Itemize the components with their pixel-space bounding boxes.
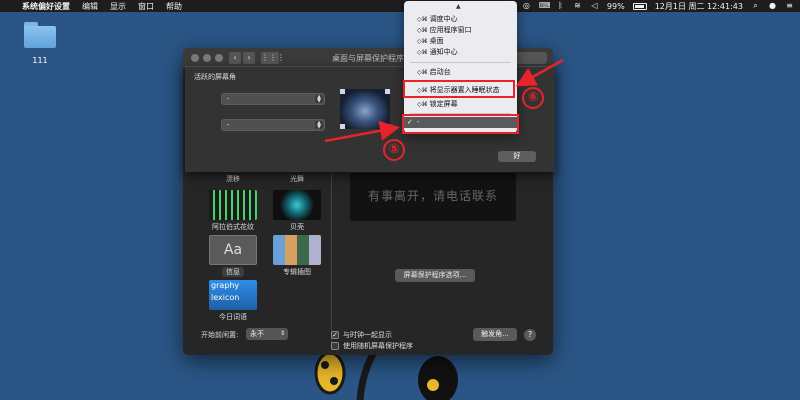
minimize-button[interactable] bbox=[203, 54, 211, 62]
screensaver-thumbnail bbox=[273, 190, 321, 220]
menu-help[interactable]: 帮助 bbox=[166, 1, 182, 12]
menu-item-label: 应用程序窗口 bbox=[429, 26, 472, 34]
menu-bar: 系统偏好设置 编辑 显示 窗口 帮助 ◆ ☁ ◎ ⌨ ᛒ ≋ ◁ 99% 12月… bbox=[0, 0, 800, 12]
battery-icon[interactable] bbox=[632, 2, 647, 10]
screensaver-thumbnail: Aa bbox=[209, 235, 257, 265]
corner-preview-image bbox=[340, 89, 390, 129]
random-saver-checkbox[interactable] bbox=[331, 342, 339, 350]
battery-percent[interactable]: 99% bbox=[607, 2, 625, 11]
siri-icon[interactable]: ● bbox=[768, 2, 777, 10]
bottom-left-corner-popup[interactable]: - ▲ ▼ bbox=[221, 119, 325, 131]
menu-item-label: 启动台 bbox=[429, 68, 451, 76]
modifier-keys: ◇⌘ bbox=[417, 38, 428, 45]
screensaver-album-artwork[interactable]: 专辑插图 bbox=[267, 235, 327, 277]
menu-view[interactable]: 显示 bbox=[110, 1, 126, 12]
start-after-select[interactable]: 永不 ⇕ bbox=[246, 328, 288, 340]
annotation-step-5: ⑤ bbox=[383, 139, 405, 161]
random-saver-label: 使用随机屏幕保护程序 bbox=[343, 342, 413, 350]
modifier-keys: ◇⌘ bbox=[417, 49, 428, 56]
menu-item-mission-control[interactable]: ◇⌘ 调度中心 bbox=[404, 14, 517, 25]
screensaver-name: 专辑插图 bbox=[283, 268, 311, 276]
help-button[interactable]: ? bbox=[524, 329, 536, 341]
screensaver-thumbnail bbox=[273, 235, 321, 265]
top-left-corner-popup[interactable]: - ▲ ▼ bbox=[221, 93, 325, 105]
show-with-clock-label: 与时钟一起显示 bbox=[343, 331, 392, 339]
folder-icon[interactable] bbox=[22, 20, 58, 50]
hot-corners-button[interactable]: 触发角... bbox=[473, 328, 517, 341]
menu-item-label: 调度中心 bbox=[429, 15, 458, 23]
screensaver-options-button[interactable]: 屏幕保护程序选项... bbox=[395, 269, 475, 282]
folder-label: 111 bbox=[32, 56, 48, 65]
zoom-button[interactable] bbox=[215, 54, 223, 62]
menu-item-label: 锁定屏幕 bbox=[429, 100, 458, 108]
sheet-title: 活跃的屏幕角 bbox=[194, 73, 236, 81]
screensaver-name: 贝壳 bbox=[290, 223, 304, 231]
screensaver-preview: 有事离开，请电话联系 bbox=[350, 173, 516, 221]
preview-message: 有事离开，请电话联系 bbox=[367, 189, 498, 203]
wifi-icon[interactable]: ≋ bbox=[573, 2, 582, 10]
menu-window[interactable]: 窗口 bbox=[138, 1, 154, 12]
spotlight-icon[interactable]: ⌕ bbox=[751, 2, 760, 10]
menu-item-desktop[interactable]: ◇⌘ 桌面 bbox=[404, 36, 517, 47]
volume-icon[interactable]: ◁ bbox=[590, 2, 599, 10]
menu-item-app-windows[interactable]: ◇⌘ 应用程序窗口 bbox=[404, 25, 517, 36]
menu-item-label: 桌面 bbox=[429, 37, 444, 45]
start-after-value: 永不 bbox=[250, 330, 264, 338]
top-left-corner-value: - bbox=[227, 95, 230, 103]
menu-item-lock-screen[interactable]: ◇⌘ 锁定屏幕 bbox=[404, 99, 517, 110]
bluetooth-icon[interactable]: ᛒ bbox=[556, 2, 565, 10]
forward-button[interactable]: › bbox=[243, 52, 255, 64]
screensaver-shell[interactable]: 贝壳 bbox=[267, 190, 327, 232]
show-all-button[interactable]: ⋮⋮⋮ bbox=[261, 52, 285, 64]
screensaver-thumbnail: graphy lexicon bbox=[209, 280, 257, 310]
screensaver-message[interactable]: Aa 信息 bbox=[203, 235, 263, 277]
screensaver-name: 阿拉伯式花纹 bbox=[212, 223, 254, 231]
stepper-icon: ▲ ▼ bbox=[315, 95, 323, 104]
scroll-up-icon[interactable]: ▲ bbox=[456, 3, 461, 10]
annotation-box-none-item bbox=[402, 114, 519, 134]
stepper-icon: ⇕ bbox=[279, 330, 285, 337]
stepper-icon: ▲ ▼ bbox=[315, 121, 323, 130]
modifier-keys: ◇⌘ bbox=[417, 16, 428, 23]
ok-button[interactable]: 好 bbox=[498, 151, 536, 162]
menu-item-notification-center[interactable]: ◇⌘ 通知中心 bbox=[404, 47, 517, 58]
screensaver-name: 漂移 bbox=[226, 175, 240, 183]
notification-center-icon[interactable]: ≡ bbox=[785, 2, 794, 10]
menu-edit[interactable]: 编辑 bbox=[82, 1, 98, 12]
keyboard-icon[interactable]: ⌨ bbox=[539, 2, 551, 10]
bottom-left-corner-value: - bbox=[227, 121, 230, 129]
screensaver-word-of-the-day[interactable]: graphy lexicon 今日词语 bbox=[203, 280, 263, 322]
menu-item-launchpad[interactable]: ◇⌘ 启动台 bbox=[404, 67, 517, 78]
annotation-box-display-sleep bbox=[403, 80, 515, 98]
back-button[interactable]: ‹ bbox=[229, 52, 241, 64]
menu-app-name[interactable]: 系统偏好设置 bbox=[22, 1, 70, 12]
start-after-label: 开始前闲置: bbox=[201, 331, 239, 339]
screensaver-arabesque[interactable]: 阿拉伯式花纹 bbox=[203, 190, 263, 232]
modifier-keys: ◇⌘ bbox=[417, 27, 428, 34]
menu-clock[interactable]: 12月1日 周二 12:41:43 bbox=[655, 1, 743, 12]
annotation-step-6: ⑥ bbox=[522, 87, 544, 109]
menu-separator bbox=[410, 62, 511, 63]
pane-divider bbox=[331, 172, 332, 350]
menu-item-label: 通知中心 bbox=[429, 48, 458, 56]
modifier-keys: ◇⌘ bbox=[417, 101, 428, 108]
close-button[interactable] bbox=[191, 54, 199, 62]
screensaver-name: 信息 bbox=[222, 267, 244, 277]
screensaver-name: 今日词语 bbox=[219, 313, 247, 321]
screensaver-drift[interactable]: 漂移 bbox=[203, 172, 263, 184]
modifier-keys: ◇⌘ bbox=[417, 69, 428, 76]
sync-icon[interactable]: ◎ bbox=[522, 2, 531, 10]
show-with-clock-row[interactable]: ✓ 与时钟一起显示 bbox=[331, 330, 392, 340]
show-with-clock-checkbox[interactable]: ✓ bbox=[331, 331, 339, 339]
random-saver-row[interactable]: 使用随机屏幕保护程序 bbox=[331, 341, 413, 351]
screensaver-list[interactable]: 漂移 光舞 阿拉伯式花纹 贝壳 Aa 信息 专辑插图 graphy lexico… bbox=[199, 172, 331, 322]
screensaver-name: 光舞 bbox=[290, 175, 304, 183]
screensaver-flurry[interactable]: 光舞 bbox=[267, 172, 327, 184]
screensaver-thumbnail bbox=[209, 190, 257, 220]
